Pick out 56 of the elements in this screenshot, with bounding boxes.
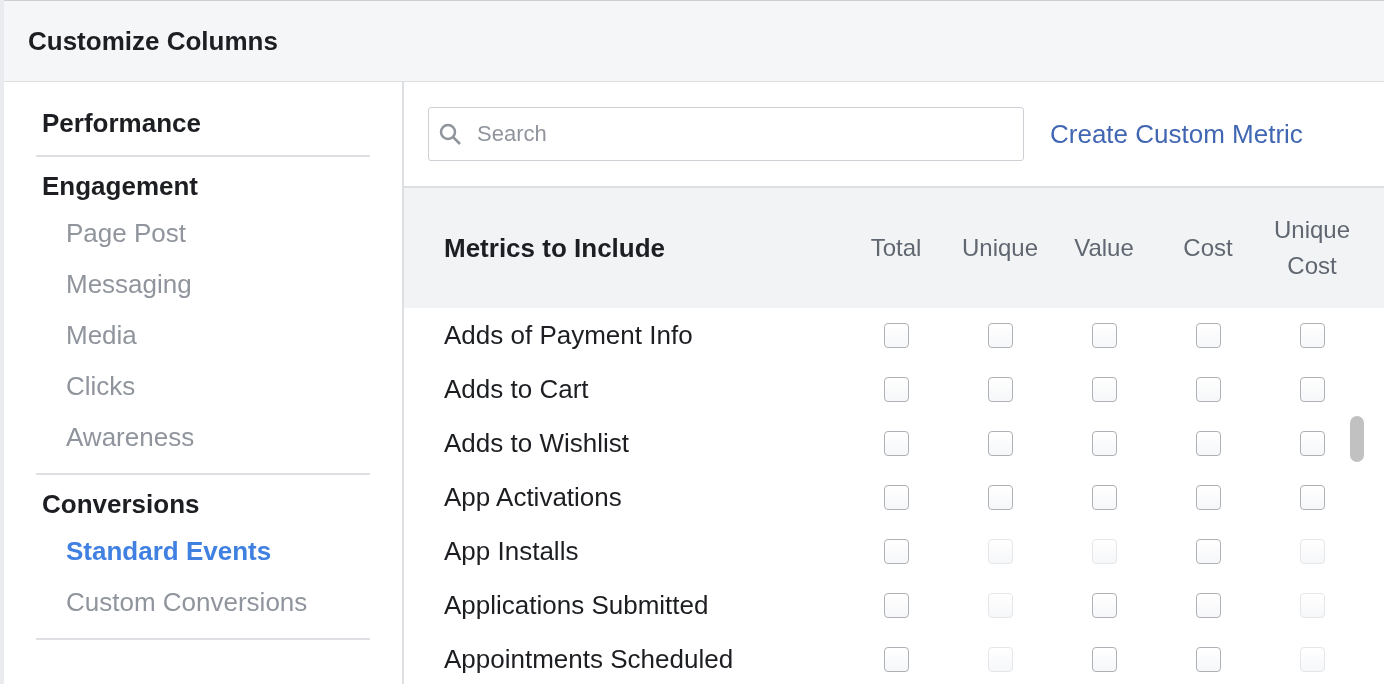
checkbox[interactable] bbox=[1195, 592, 1221, 618]
checkbox[interactable] bbox=[1091, 484, 1117, 510]
metric-label: Applications Submitted bbox=[444, 589, 710, 621]
checkbox[interactable] bbox=[1091, 592, 1117, 618]
checkbox[interactable] bbox=[883, 592, 909, 618]
metric-label: App Activations bbox=[444, 481, 623, 513]
checkbox[interactable] bbox=[883, 376, 909, 402]
column-header: Value bbox=[1074, 233, 1134, 263]
column-header: Unique Cost bbox=[1272, 215, 1352, 281]
sidebar-item[interactable]: Media bbox=[36, 310, 370, 361]
checkbox[interactable] bbox=[1299, 376, 1325, 402]
sidebar-heading: Engagement bbox=[41, 170, 200, 203]
checkbox[interactable] bbox=[987, 376, 1013, 402]
table-title: Metrics to Include bbox=[444, 232, 667, 264]
search-field[interactable]: Search bbox=[428, 107, 1024, 161]
checkbox[interactable] bbox=[987, 322, 1013, 348]
sidebar-item[interactable]: Clicks bbox=[36, 361, 370, 412]
checkbox[interactable] bbox=[1195, 322, 1221, 348]
metric-label: Adds to Cart bbox=[444, 373, 590, 405]
checkbox[interactable] bbox=[1195, 376, 1221, 402]
checkbox[interactable] bbox=[1195, 646, 1221, 672]
checkbox[interactable] bbox=[883, 430, 909, 456]
checkbox[interactable] bbox=[883, 484, 909, 510]
checkbox[interactable] bbox=[883, 322, 909, 348]
sidebar-heading: Performance bbox=[41, 107, 202, 140]
search-icon bbox=[438, 122, 462, 146]
checkbox[interactable] bbox=[987, 484, 1013, 510]
column-header: Cost bbox=[1183, 233, 1233, 263]
dialog-title: Customize Columns bbox=[4, 1, 1384, 82]
sidebar-item[interactable]: Messaging bbox=[36, 259, 370, 310]
sidebar-item[interactable]: Awareness bbox=[36, 412, 370, 463]
checkbox[interactable] bbox=[1091, 376, 1117, 402]
checkbox[interactable] bbox=[1091, 322, 1117, 348]
metric-label: Adds of Payment Info bbox=[444, 319, 694, 351]
scrollbar-thumb[interactable] bbox=[1350, 416, 1364, 462]
checkbox[interactable] bbox=[1299, 484, 1325, 510]
metric-label: App Installs bbox=[444, 535, 580, 567]
column-header: Unique bbox=[961, 233, 1039, 263]
checkbox[interactable] bbox=[883, 646, 909, 672]
create-custom-metric-link[interactable]: Create Custom Metric bbox=[1050, 118, 1303, 150]
checkbox[interactable] bbox=[1195, 484, 1221, 510]
checkbox[interactable] bbox=[1091, 430, 1117, 456]
column-header: Total bbox=[870, 233, 922, 263]
checkbox[interactable] bbox=[1299, 430, 1325, 456]
checkbox[interactable] bbox=[987, 430, 1013, 456]
sidebar-item[interactable]: Standard Events bbox=[36, 526, 370, 577]
checkbox[interactable] bbox=[1091, 646, 1117, 672]
checkbox[interactable] bbox=[1299, 322, 1325, 348]
checkbox[interactable] bbox=[1195, 538, 1221, 564]
metric-label: Appointments Scheduled bbox=[444, 643, 735, 675]
metric-label: Adds to Wishlist bbox=[444, 427, 630, 459]
sidebar-heading: Conversions bbox=[41, 488, 201, 521]
checkbox[interactable] bbox=[1195, 430, 1221, 456]
sidebar-item[interactable]: Custom Conversions bbox=[36, 577, 370, 628]
sidebar-item[interactable]: Page Post bbox=[36, 208, 370, 259]
checkbox[interactable] bbox=[883, 538, 909, 564]
